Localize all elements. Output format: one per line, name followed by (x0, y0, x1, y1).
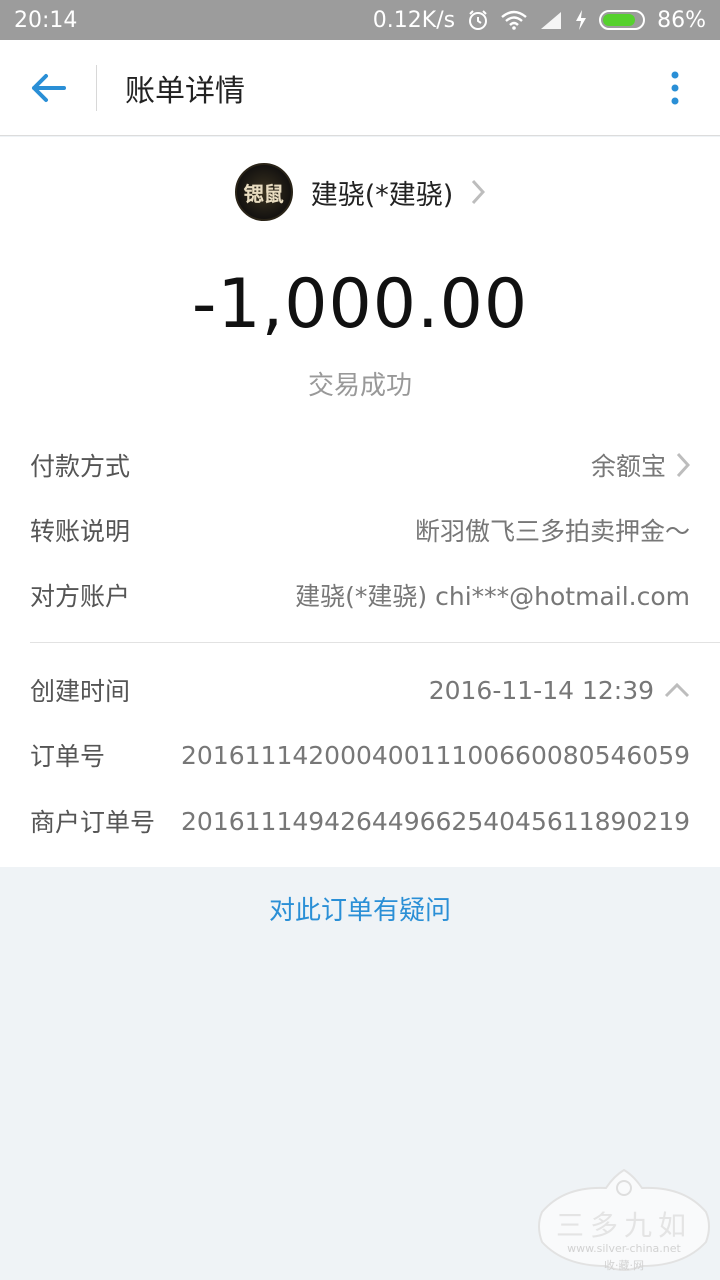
meta-row-order-number: 订单号 20161114200040011100660080546059 (30, 725, 690, 785)
payee-name: 建骁(*建骁) (310, 179, 454, 211)
payee-row[interactable]: 锶鼠 建骁(*建骁) (0, 157, 720, 227)
chevron-right-icon (471, 179, 486, 205)
page-title: 账单详情 (125, 73, 245, 109)
status-icons: 0.12K/s 86% (373, 8, 706, 33)
detail-row-transfer-note: 转账说明 断羽傲飞三多拍卖押金～ (30, 500, 690, 560)
transaction-amount: -1,000.00 (191, 265, 529, 344)
payment-method-value: 余额宝 (590, 452, 666, 481)
status-bar: 20:14 0.12K/s 86% (0, 0, 720, 40)
avatar: 锶鼠 (234, 163, 293, 221)
more-vertical-icon (671, 71, 679, 104)
meta-label: 订单号 (30, 742, 106, 771)
detail-value: 余额宝 (591, 447, 690, 483)
detail-value: 建骁(*建骁) chi***@hotmail.com (295, 582, 690, 611)
meta-label: 创建时间 (30, 677, 131, 706)
section-divider (30, 642, 720, 643)
detail-label: 转账说明 (30, 517, 131, 546)
battery-fill (603, 14, 636, 26)
order-question-link[interactable]: 对此订单有疑问 (0, 880, 720, 936)
watermark: 三多九如 www.silver-china.net 收·藏·网 (534, 1166, 714, 1274)
detail-label: 对方账户 (30, 582, 131, 611)
chevron-up-icon (664, 682, 690, 698)
meta-value: 2016-11-14 12:39 (429, 676, 690, 705)
title-bar: 账单详情 (0, 40, 720, 136)
battery-icon (599, 10, 646, 30)
battery-percent: 86% (657, 7, 706, 33)
charging-icon (575, 10, 587, 30)
watermark-title: 三多九如 (555, 1209, 692, 1242)
created-time-value: 2016-11-14 12:39 (428, 675, 654, 705)
chevron-right-icon (676, 452, 690, 478)
signal-icon (539, 10, 563, 30)
meta-value: 20161114200040011100660080546059 (181, 740, 690, 770)
detail-label: 付款方式 (30, 452, 131, 481)
watermark-sub: 收·藏·网 (604, 1259, 644, 1272)
detail-row-counterparty: 对方账户 建骁(*建骁) chi***@hotmail.com (30, 565, 690, 625)
bill-detail-card: 锶鼠 建骁(*建骁) -1,000.00 交易成功 付款方式 余额宝 转账说明 … (0, 137, 720, 867)
back-arrow-icon (32, 73, 66, 102)
more-options-button[interactable] (630, 40, 720, 136)
meta-row-merchant-order-number: 商户订单号 20161114942644966254045611890219 (30, 791, 690, 851)
meta-value: 20161114942644966254045611890219 (181, 806, 690, 836)
wifi-icon (501, 10, 527, 30)
status-time: 20:14 (14, 7, 78, 33)
net-speed: 0.12K/s (372, 7, 456, 33)
detail-value: 断羽傲飞三多拍卖押金～ (414, 517, 690, 546)
meta-row-created-time[interactable]: 创建时间 2016-11-14 12:39 (30, 660, 690, 720)
alarm-icon (467, 9, 489, 31)
back-button[interactable] (0, 40, 96, 136)
transaction-status: 交易成功 (307, 371, 412, 401)
title-divider (96, 64, 97, 111)
meta-label: 商户订单号 (30, 808, 156, 837)
detail-row-payment-method[interactable]: 付款方式 余额宝 (30, 435, 690, 495)
watermark-url: www.silver-china.net (567, 1242, 681, 1255)
